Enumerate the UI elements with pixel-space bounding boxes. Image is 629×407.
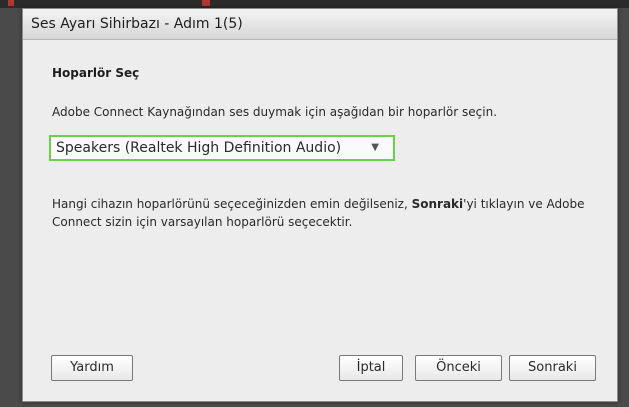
audio-setup-dialog: Ses Ayarı Sihirbazı - Adım 1(5) Hoparlör… (22, 8, 618, 402)
help-text-part: Hangi cihazın hoparlörünü seçeceğinizden… (52, 197, 412, 211)
section-heading: Hoparlör Seç (52, 66, 140, 80)
top-strip (0, 0, 629, 8)
dialog-titlebar: Ses Ayarı Sihirbazı - Adım 1(5) (23, 9, 617, 40)
help-text: Hangi cihazın hoparlörünü seçeceğinizden… (52, 195, 592, 231)
instruction-text: Adobe Connect Kaynağından ses duymak içi… (52, 105, 498, 119)
red-mark (202, 0, 210, 6)
help-text-next-emphasis: Sonraki (411, 197, 464, 211)
speaker-select[interactable]: Speakers (Realtek High Definition Audio)… (49, 135, 395, 161)
cancel-button[interactable]: İptal (339, 355, 403, 381)
next-button[interactable]: Sonraki (509, 355, 596, 381)
help-button[interactable]: Yardım (51, 355, 133, 381)
chevron-down-icon[interactable]: ▼ (371, 142, 379, 153)
speaker-select-value: Speakers (Realtek High Definition Audio) (56, 140, 342, 156)
dialog-title: Ses Ayarı Sihirbazı - Adım 1(5) (31, 16, 243, 32)
back-button[interactable]: Önceki (415, 355, 502, 381)
red-mark (8, 0, 14, 6)
